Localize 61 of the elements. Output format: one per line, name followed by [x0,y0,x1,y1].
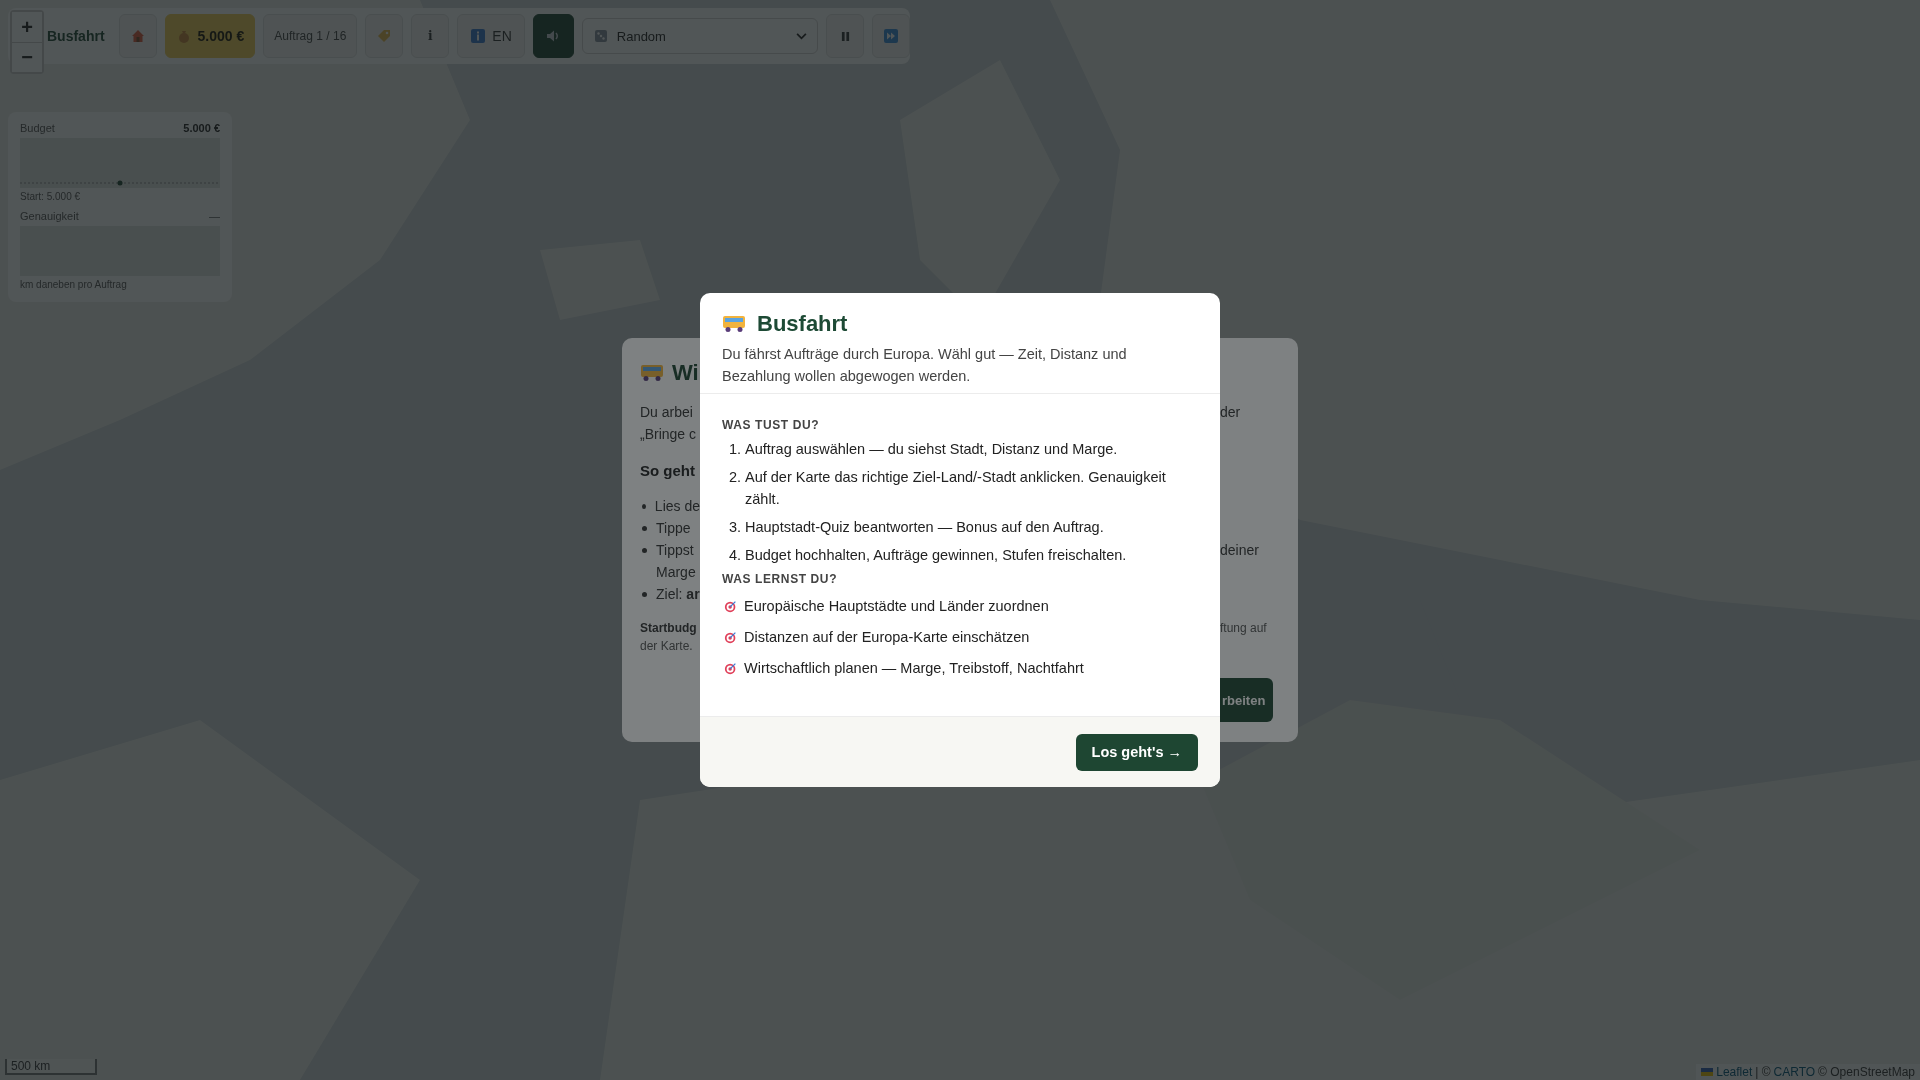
bullet-text: Lies de [654,498,700,514]
bullet-text: Ziel: ar [656,586,700,602]
fast-forward-icon [883,28,899,44]
step-text: Budget hochhalten, Aufträge gewinnen, Stufen freischalten. [745,546,1127,565]
goal-text: Europäische Hauptstädte und Länder zuordnen [744,598,1049,614]
target-icon [724,630,738,644]
section-heading: WAS TUST DU? [722,418,821,432]
app-title: Busfahrt [47,28,105,44]
bullet-text: Tippe [656,520,691,536]
section-heading: So geht [640,461,696,479]
dialog-title: Wi [672,360,699,386]
bullet-text: Tippst [656,542,694,558]
budget-button[interactable]: 5.000 € [164,14,256,58]
mode-select[interactable]: Random [581,18,818,54]
leaflet-link[interactable]: Leaflet [1716,1065,1753,1079]
target-icon [724,661,738,675]
attribution-separator: | © [1755,1065,1771,1079]
zoom-out-button[interactable]: − [12,42,42,72]
step-number: 2. [727,468,741,487]
step-text: Auftrag auswählen — du siehst Stadt, Distanz und Marge. [745,440,1118,459]
chevron-down-icon [796,32,807,40]
footnote-text: der Karte. [640,639,694,653]
intro-text: der [1220,404,1242,420]
accuracy-value: — [209,210,220,222]
bullet-dot [642,591,647,597]
step-number: 3. [727,518,741,537]
pause-icon [840,30,850,42]
target-icon [724,599,738,613]
step-number: 4. [727,546,741,565]
sound-button[interactable] [532,14,574,58]
tag-button[interactable] [365,14,404,58]
step-number: 1. [727,440,741,459]
bullet-dot [642,525,647,531]
intro-text: „Bringe c [640,426,698,442]
bullet-dot [642,503,646,509]
info-icon [470,28,487,44]
bus-icon [640,364,664,382]
budget-value: 5.000 € [183,122,220,134]
tag-icon [376,28,393,44]
step-text: Hauptstadt-Quiz beantworten — Bonus auf den Auftrag. [745,518,1104,537]
start-button[interactable]: Los geht's → [1075,733,1198,771]
intro-text: Du arbei [640,404,694,420]
dialog-title: Busfahrt [757,311,848,337]
bullet-text: Marge [656,564,696,580]
footnote-text: Startbudg [640,621,698,635]
start-button[interactable]: rbeiten [1220,678,1274,722]
carto-link[interactable]: CARTO [1773,1065,1816,1079]
flag-icon [1701,1068,1714,1076]
bullet-dot [642,547,647,553]
goal-text: Wirtschaftlich planen — Marge, Treibstoff, Nachtfahrt [744,660,1084,676]
section-heading: WAS LERNST DU? [722,572,839,586]
pause-button[interactable] [826,14,864,58]
dice-icon [592,28,609,44]
goal-text: Distanzen auf der Europa-Karte einschätzen [744,629,1030,645]
skip-button[interactable] [872,14,910,58]
footnote-text: ftung auf [1220,621,1268,635]
dialog-subtitle: Du fährst Aufträge durch Europa. Wähl gut — Zeit, Distanz und Bezahlung wollen abgewogen werden. [722,345,1128,386]
step-text: Auf der Karte das richtige Ziel-Land/-Stadt anklicken. Genauigkeit zählt. [745,468,1167,509]
home-button[interactable] [118,14,157,58]
bullet-text: deiner [1220,542,1260,558]
bus-icon [722,315,746,333]
